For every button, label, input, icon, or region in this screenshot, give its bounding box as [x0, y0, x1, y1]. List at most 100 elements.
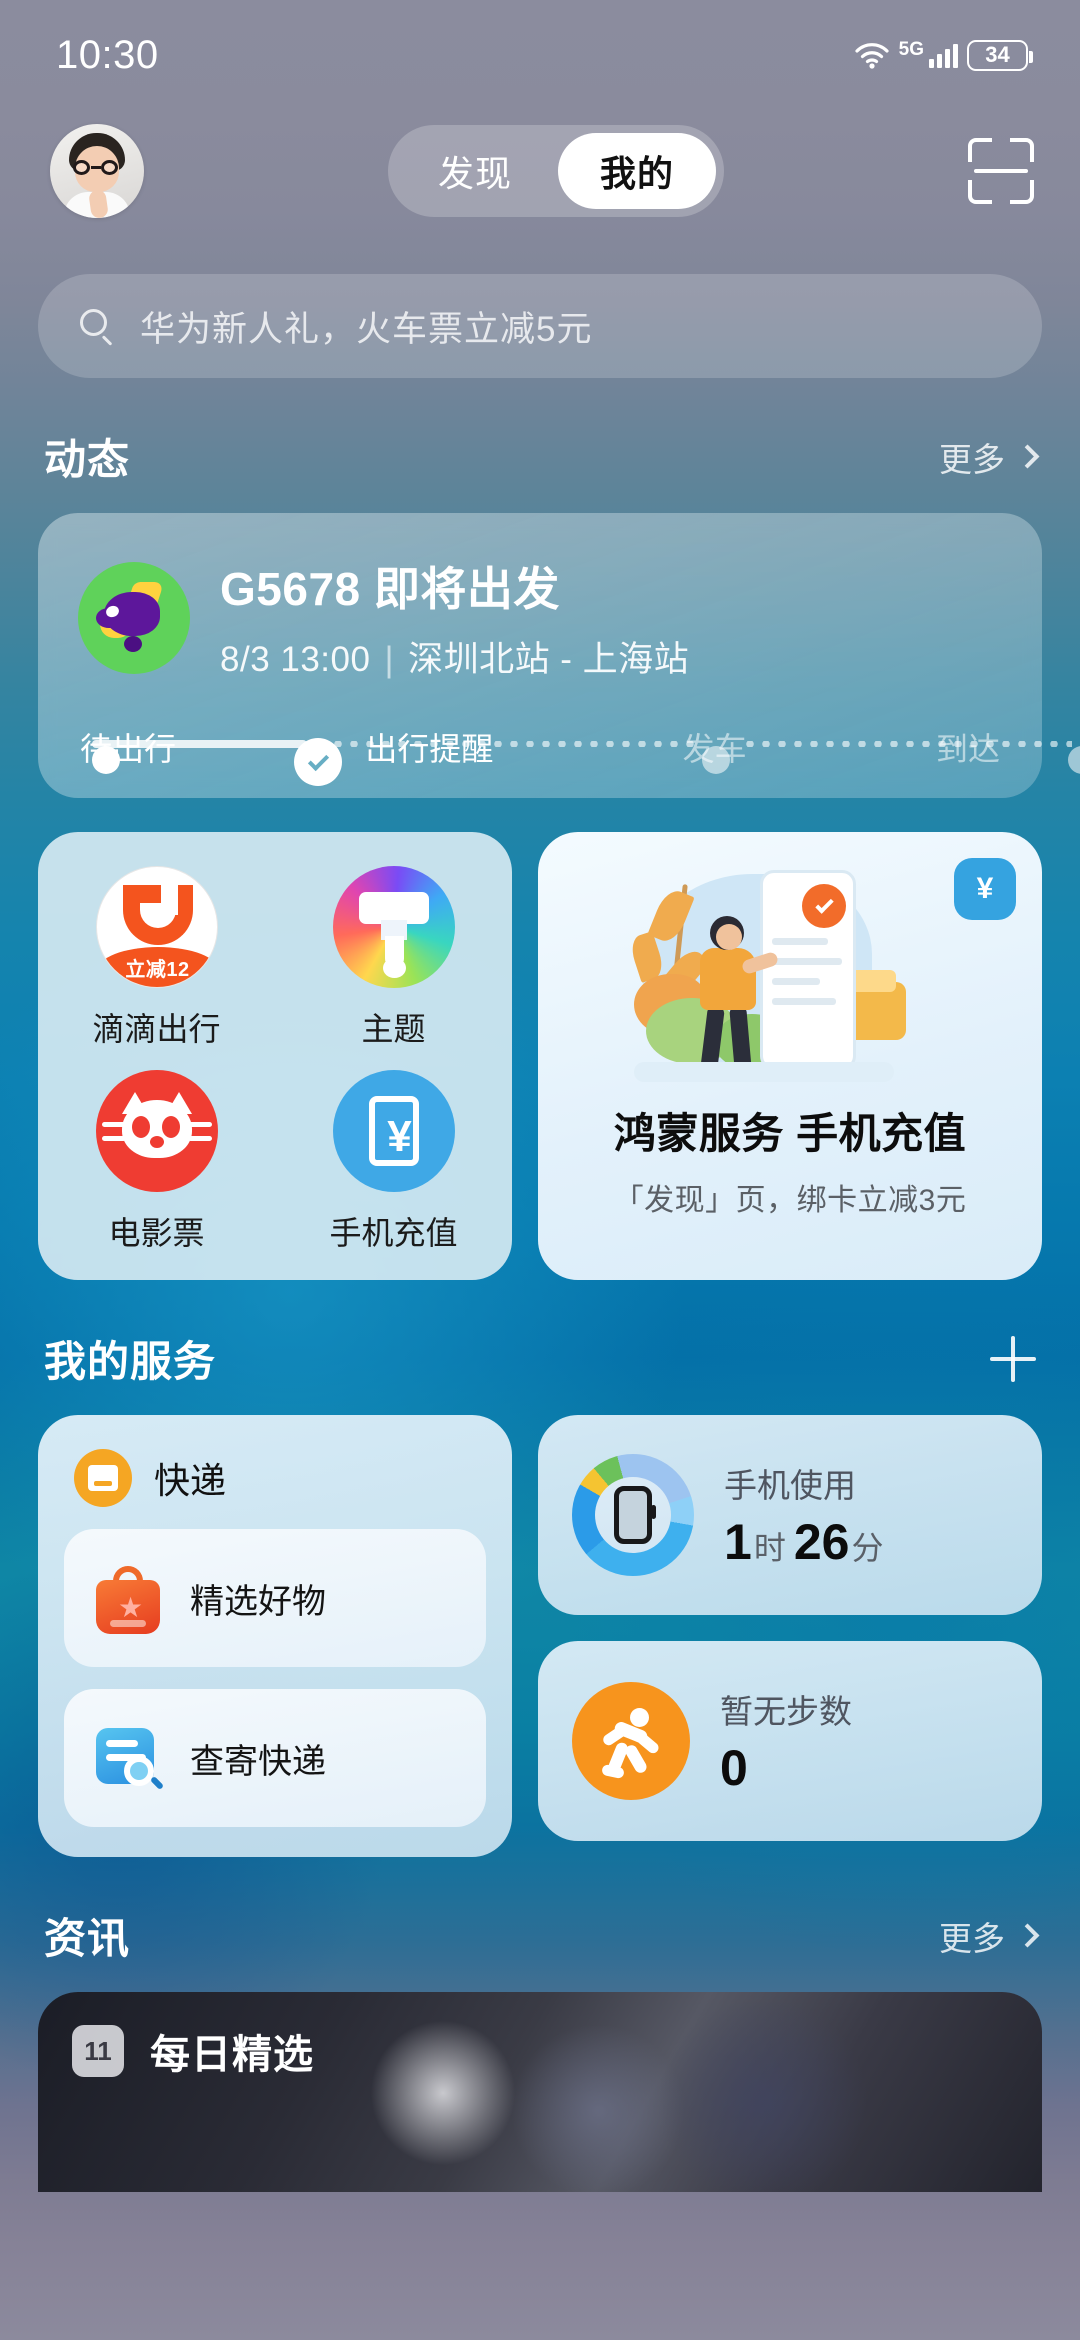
shortcuts-and-promo-row: 立减12 滴滴出行 主题 电影票 ¥ 手机充值 ¥ 鸿蒙服务 手机充值 「发现」… — [38, 832, 1042, 1280]
news-image-blur-3 — [658, 2002, 868, 2192]
dynamic-section-header: 动态 更多 — [44, 426, 1040, 487]
wifi-icon — [855, 43, 889, 69]
phone-usage-minutes-unit: 分 — [851, 1530, 884, 1566]
express-card-header: 快递 — [74, 1449, 486, 1507]
news-image-blur-1 — [368, 2018, 518, 2168]
app-shortcut-grid: 立减12 滴滴出行 主题 电影票 ¥ 手机充值 — [38, 832, 512, 1280]
app-label-theme: 主题 — [361, 1011, 426, 1047]
services-row: 快递 ★ 精选好物 查寄快递 手机使用 1时 26分 暂无步数 0 — [38, 1415, 1042, 1857]
track-parcel-icon — [92, 1722, 165, 1794]
phone-usage-label: 手机使用 — [724, 1467, 856, 1504]
network-type-label: 5G — [898, 38, 924, 60]
app-label-didi: 滴滴出行 — [92, 1011, 221, 1047]
timeline-node-3 — [702, 746, 730, 774]
stat-cards-column: 手机使用 1时 26分 暂无步数 0 — [538, 1415, 1042, 1841]
theme-brush-icon — [332, 866, 455, 988]
news-date-badge: 11 — [72, 2025, 124, 2077]
phone-usage-ring-icon — [572, 1454, 694, 1576]
avatar-glasses-right — [101, 160, 118, 175]
status-icon-group: 5G 34 — [854, 38, 1033, 71]
my-services-header: 我的服务 — [44, 1328, 1036, 1389]
airplane-icon — [78, 561, 190, 674]
service-item-track-parcel[interactable]: 查寄快递 — [64, 1689, 486, 1827]
battery-indicator: 34 — [967, 39, 1033, 71]
travel-status-card[interactable]: G5678 即将出发 8/3 13:00 | 深圳北站 - 上海站 待出行 出行… — [38, 513, 1080, 798]
search-placeholder-text: 华为新人礼，火车票立减5元 — [140, 309, 593, 349]
search-icon — [80, 309, 114, 346]
app-label-movie: 电影票 — [108, 1215, 205, 1251]
service-label-featured-goods: 精选好物 — [190, 1582, 326, 1621]
promo-subtitle: 「发现」页，绑卡立减3元 — [613, 1184, 967, 1217]
timeline-node-current-check-icon — [294, 738, 342, 786]
step-count-value: 0 — [720, 1740, 748, 1796]
news-more-label: 更多 — [939, 1919, 1005, 1957]
service-item-featured-goods[interactable]: ★ 精选好物 — [64, 1529, 486, 1667]
tab-mine[interactable]: 我的 — [558, 133, 717, 209]
step-count-label: 暂无步数 — [720, 1693, 852, 1730]
parcel-icon — [74, 1449, 132, 1507]
search-input[interactable]: 华为新人礼，火车票立减5元 — [38, 274, 1042, 378]
signal-bars-icon — [929, 42, 958, 68]
add-service-button[interactable] — [990, 1335, 1036, 1382]
avatar[interactable] — [50, 124, 144, 218]
top-navigation-bar: 发现 我的 — [0, 110, 1080, 232]
timeline-node-4 — [1068, 746, 1080, 774]
travel-divider: | — [384, 640, 395, 679]
travel-card-texts: G5678 即将出发 8/3 13:00 | 深圳北站 - 上海站 — [220, 553, 689, 682]
tab-switcher[interactable]: 发现 我的 — [387, 125, 725, 217]
travel-progress-timeline: 待出行 出行提醒 发车 到达 — [78, 724, 1080, 786]
news-card[interactable]: 11 每日精选 — [38, 1992, 1042, 2192]
status-clock: 10:30 — [56, 32, 159, 77]
phone-usage-value: 1时 26分 — [724, 1513, 891, 1571]
promo-title: 鸿蒙服务 手机充值 — [613, 1110, 967, 1157]
dynamic-section-title: 动态 — [44, 436, 131, 483]
avatar-glasses-bridge — [91, 166, 101, 169]
app-shortcut-movie[interactable]: 电影票 — [38, 1070, 275, 1254]
timeline-segment-dotted-2 — [742, 741, 1072, 747]
dynamic-more-label: 更多 — [939, 440, 1005, 478]
news-section-header: 资讯 更多 — [44, 1905, 1040, 1966]
maoyan-cat-icon — [95, 1070, 218, 1192]
express-card[interactable]: 快递 ★ 精选好物 查寄快递 — [38, 1415, 512, 1857]
didi-discount-badge: 立减12 — [96, 947, 217, 987]
timeline-segment-done — [92, 740, 307, 748]
shopping-bag-icon: ★ — [92, 1562, 164, 1634]
battery-level-label: 34 — [985, 42, 1010, 67]
travel-route: 深圳北站 - 上海站 — [408, 640, 690, 679]
phone-usage-hours: 1 — [724, 1514, 752, 1570]
running-person-icon — [572, 1682, 690, 1800]
news-section-title: 资讯 — [44, 1915, 131, 1962]
scan-icon[interactable] — [968, 138, 1034, 204]
app-label-recharge: 手机充值 — [329, 1215, 458, 1251]
app-shortcut-recharge[interactable]: ¥ 手机充值 — [275, 1070, 512, 1254]
travel-card-header: G5678 即将出发 8/3 13:00 | 深圳北站 - 上海站 — [78, 553, 1002, 682]
phone-usage-minutes: 26 — [793, 1514, 850, 1570]
express-title: 快递 — [154, 1460, 227, 1501]
dynamic-more-button[interactable]: 更多 — [939, 433, 1040, 481]
didi-icon: 立减12 — [95, 866, 218, 988]
timeline-segment-dotted-1 — [330, 741, 700, 747]
timeline-track — [92, 738, 1080, 786]
app-shortcut-theme[interactable]: 主题 — [275, 866, 512, 1050]
chevron-right-icon — [1015, 444, 1040, 469]
travel-title: G5678 即将出发 — [220, 563, 560, 615]
status-bar: 10:30 5G 34 — [0, 0, 1080, 110]
news-more-button[interactable]: 更多 — [939, 1912, 1040, 1960]
service-label-track-parcel: 查寄快递 — [190, 1742, 326, 1781]
my-services-title: 我的服务 — [44, 1338, 217, 1385]
timeline-node-1 — [92, 746, 120, 774]
promo-card[interactable]: ¥ 鸿蒙服务 手机充值 「发现」页，绑卡立减3元 — [538, 832, 1042, 1280]
step-count-card[interactable]: 暂无步数 0 — [538, 1641, 1042, 1841]
tab-discover[interactable]: 发现 — [396, 133, 554, 209]
avatar-glasses-left — [73, 160, 90, 175]
news-card-title: 每日精选 — [150, 2033, 314, 2077]
phone-usage-texts: 手机使用 1时 26分 — [724, 1459, 891, 1571]
chevron-right-icon — [1015, 1923, 1040, 1948]
travel-subtitle: 8/3 13:00 | 深圳北站 - 上海站 — [220, 631, 689, 682]
travel-datetime: 8/3 13:00 — [220, 640, 371, 679]
phone-usage-card[interactable]: 手机使用 1时 26分 — [538, 1415, 1042, 1615]
phone-usage-hours-unit: 时 — [753, 1530, 786, 1566]
step-count-texts: 暂无步数 0 — [720, 1685, 852, 1797]
promo-illustration — [564, 864, 1016, 1094]
app-shortcut-didi[interactable]: 立减12 滴滴出行 — [38, 866, 275, 1050]
